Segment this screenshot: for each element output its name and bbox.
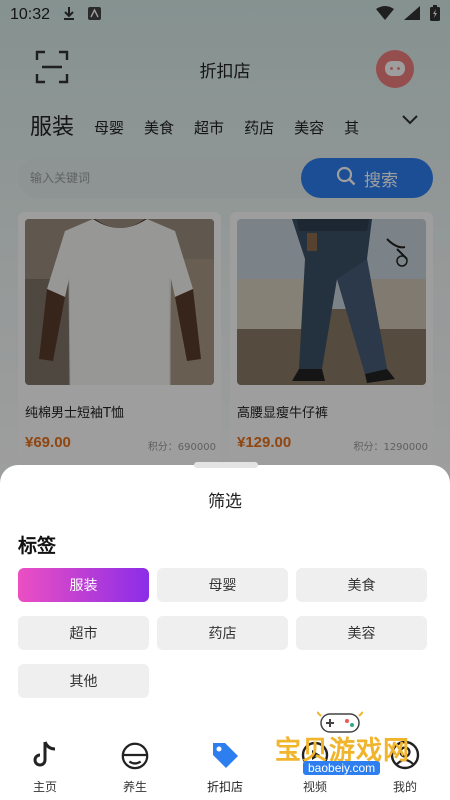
tag-option-other[interactable]: 其他 <box>18 664 149 698</box>
nav-label: 折扣店 <box>206 780 243 794</box>
tag-option-supermarket[interactable]: 超市 <box>18 616 149 650</box>
tag-option-food[interactable]: 美食 <box>296 568 427 602</box>
tag-section-label: 标签 <box>18 535 57 557</box>
nav-item-discount-store[interactable]: 折扣店 <box>180 740 270 800</box>
nav-item-wellness[interactable]: 养生 <box>90 740 180 800</box>
tag-grid: 服装 母婴 美食 超市 药店 美容 其他 <box>18 568 428 698</box>
tiktok-icon <box>30 740 60 770</box>
app-screen: 10:32 折扣店 服装 母婴 美食 超市 药店 美容 其 输入关键词 搜索 纯… <box>0 0 450 800</box>
watermark-url: baobeiy.com <box>303 761 381 775</box>
bowl-icon <box>120 740 150 770</box>
tag-option-beauty[interactable]: 美容 <box>296 616 427 650</box>
sheet-handle[interactable] <box>194 462 258 468</box>
tag-option-clothing[interactable]: 服装 <box>18 568 149 602</box>
watermark: 宝贝游戏网 baobeiy.com <box>275 708 425 783</box>
tag-option-baby[interactable]: 母婴 <box>157 568 288 602</box>
tag-option-pharmacy[interactable]: 药店 <box>157 616 288 650</box>
nav-item-home[interactable]: 主页 <box>0 740 90 800</box>
sheet-title: 筛选 <box>208 492 242 512</box>
nav-label: 主页 <box>32 780 57 794</box>
nav-label: 养生 <box>122 780 147 794</box>
tag-icon <box>210 740 240 770</box>
